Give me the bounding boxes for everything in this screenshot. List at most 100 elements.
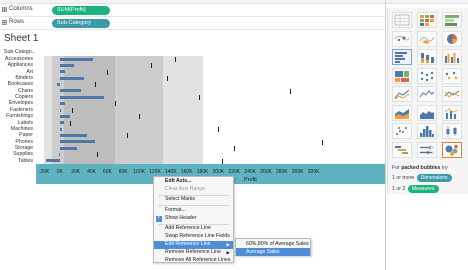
bar-mark[interactable] [59,114,71,118]
area-discrete-icon[interactable] [417,104,437,121]
submenu-item[interactable]: 60%,80% of Average Sales [236,240,310,248]
axis-context-menu: Edit Axis... Clear Axis Range Select Marks… [153,176,234,263]
bar-mark[interactable] [59,121,65,125]
menu-item[interactable]: Format... [154,207,233,215]
reference-line-mark[interactable] [139,114,141,120]
reference-line-mark[interactable] [174,57,176,62]
dimensions-count: 1 or more [392,175,415,181]
side-by-side-bars-icon[interactable] [442,49,462,65]
bar-mark[interactable] [59,95,104,99]
sheet-title: Sheet 1 [4,33,39,44]
menu-item[interactable]: Edit Axis... [154,178,233,186]
heat-map-icon[interactable] [417,12,437,28]
axis-tick-label: 300K [291,169,304,175]
columns-shelf[interactable]: Columns SUM(Profit) [0,4,385,17]
packed-bubbles-icon[interactable] [442,141,462,158]
reference-line-mark[interactable] [70,120,72,126]
reference-line-mark[interactable] [234,145,236,151]
bar-mark[interactable] [57,83,60,87]
menu-item[interactable]: Remove Reference Line ▶ [154,249,233,257]
reference-line-mark[interactable] [218,126,220,132]
edit-reference-line-submenu: 60%,80% of Average Sales Average Sales [235,238,311,256]
text-table-icon[interactable] [392,12,412,28]
histogram-icon[interactable] [417,123,437,139]
dual-combination-icon[interactable] [442,104,462,121]
filled-map-icon[interactable] [417,30,437,47]
row-header-sub-category[interactable]: Sub-Catego.. [4,49,35,55]
rows-shelf[interactable]: Rows Sub-Category [0,17,385,30]
measures-count: 1 or 2 [392,186,406,192]
sub-category-pill[interactable]: Sub-Category [52,19,110,28]
reference-line-mark[interactable] [127,133,129,139]
reference-line-mark[interactable] [115,101,117,107]
highlight-table-icon[interactable] [442,12,462,28]
bar-mark[interactable] [59,146,77,150]
horizontal-bars-icon[interactable] [392,49,412,65]
chart-plot-area[interactable] [36,56,385,164]
menu-separator [158,205,229,206]
menu-item[interactable]: Edit Reference Line ▶ [154,241,233,249]
reference-line-mark[interactable] [198,95,200,101]
gantt-chart-icon[interactable] [392,141,412,158]
bar-mark[interactable] [59,133,87,137]
dual-lines-icon[interactable] [442,86,462,102]
reference-line-mark[interactable] [289,88,291,94]
reference-line-mark[interactable] [166,76,168,82]
panel-divider [385,0,386,270]
axis-tick-label: 240K [244,169,256,175]
menu-item[interactable]: Select Marks [154,196,233,204]
scatter-plot-icon[interactable] [392,123,412,139]
bar-mark[interactable] [59,76,84,80]
treemap-icon[interactable] [392,67,412,84]
circle-views-icon[interactable] [417,67,437,84]
axis-title: Profit [244,177,257,183]
axis-tick-label: 0K [56,169,63,175]
bar-mark[interactable] [59,108,61,112]
axis-tick-label: 180K [196,169,209,175]
lines-continuous-icon[interactable] [392,86,412,102]
bar-mark[interactable] [45,159,60,163]
bar-mark[interactable] [59,89,81,93]
side-by-side-circles-icon[interactable] [442,67,462,84]
lines-discrete-icon[interactable] [417,86,437,102]
menu-item[interactable]: Add Reference Line [154,225,233,233]
axis-tick-label: 160K [180,169,193,175]
pie-chart-icon[interactable] [442,30,462,47]
bar-mark[interactable] [59,127,63,131]
axis-tick-label: 60K [102,169,112,175]
profit-pill[interactable]: SUM(Profit) [52,6,110,15]
menu-item[interactable]: Show Header ✓ [154,215,233,223]
bar-mark[interactable] [58,152,60,156]
axis-tick-label: -20K [38,169,50,175]
bar-mark[interactable] [59,70,65,74]
reference-line-mark[interactable] [95,82,97,88]
area-continuous-icon[interactable] [392,104,412,121]
symbol-map-icon[interactable] [392,30,412,47]
bar-mark[interactable] [59,64,75,68]
submenu-arrow-icon: ▶ [226,250,230,255]
axis-tick-label: 320K [307,169,320,175]
reference-line-mark[interactable] [151,63,152,69]
box-whisker-icon[interactable] [442,123,462,139]
bar-mark[interactable] [59,57,94,61]
bullet-graph-icon[interactable] [417,141,437,158]
stacked-bars-icon[interactable] [417,49,437,65]
row-label[interactable]: Tables [0,158,33,165]
reference-line-mark[interactable] [71,107,73,113]
axis-tick-label: 20K [71,169,81,175]
menu-item[interactable]: Swap Reference Line Fields [154,233,233,241]
dimensions-badge: Dimensions [416,174,452,182]
bar-mark[interactable] [59,102,66,106]
reference-line-mark[interactable] [321,139,323,145]
show-me-hint: For packed bubbles try [392,165,448,171]
submenu-item[interactable]: Average Sales [236,248,310,256]
hint-chart-type: packed bubbles [401,165,441,171]
reference-line-mark[interactable] [107,69,109,75]
bar-mark[interactable] [59,140,96,144]
hint-prefix: For [392,165,400,171]
show-me-measures-line: 1 or 2 Measures [392,185,440,193]
reference-line-mark[interactable] [222,158,224,164]
menu-item[interactable]: Remove All Reference Lines [154,257,233,265]
reference-line-mark[interactable] [97,152,99,158]
columns-icon [2,7,7,12]
